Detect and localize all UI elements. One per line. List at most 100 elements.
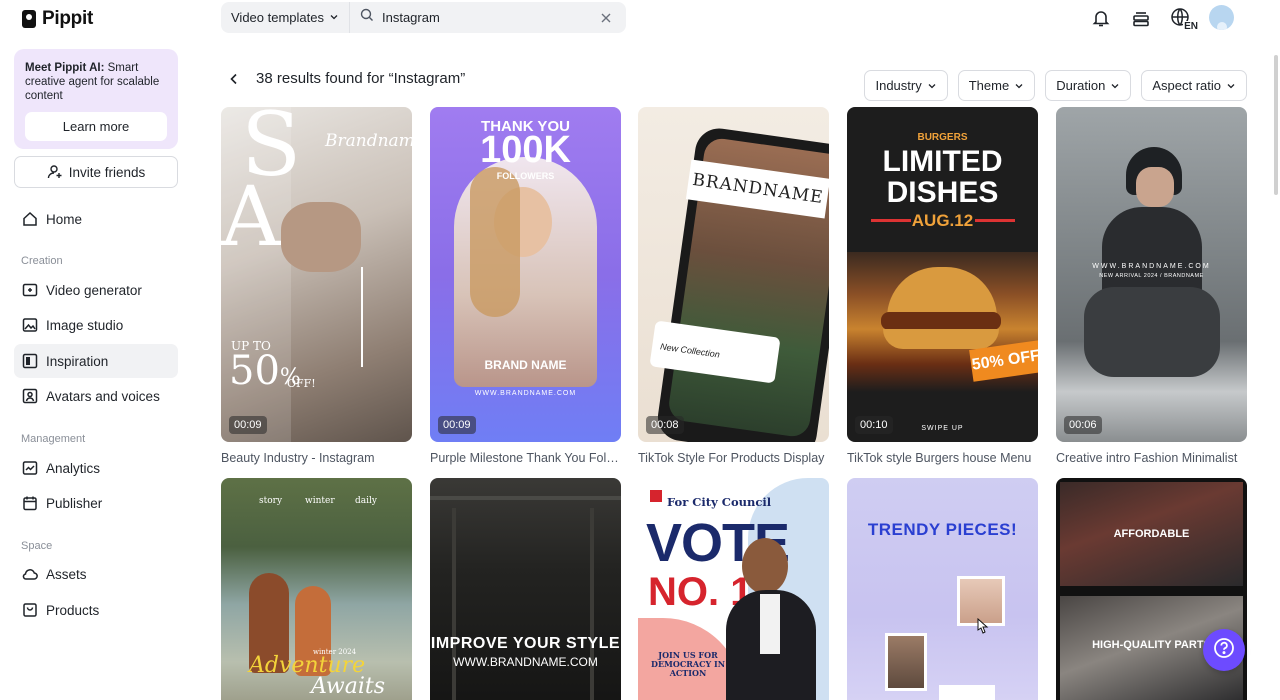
home-icon (22, 211, 38, 227)
template-title[interactable]: TikTok Style For Products Display (638, 451, 829, 465)
template-thumbnail[interactable]: IMPROVE YOUR STYLE WWW.BRANDNAME.COM (430, 478, 621, 700)
back-button[interactable] (226, 70, 242, 88)
avatar[interactable] (1209, 5, 1234, 30)
question-icon (1213, 637, 1235, 664)
filter-aspect-ratio[interactable]: Aspect ratio (1141, 70, 1247, 101)
page-scrollbar[interactable] (1274, 55, 1278, 195)
template-card[interactable]: For City Council VOTE NO. 1 JOIN US FOR … (638, 478, 829, 700)
template-card[interactable]: BURGERS LIMITED DISHES AUG.12 50% OFF SW… (847, 107, 1038, 465)
learn-more-button[interactable]: Learn more (25, 112, 167, 141)
sidebar-item-assets[interactable]: Assets (14, 557, 178, 591)
sidebar-item-video-generator[interactable]: Video generator (14, 273, 178, 307)
chevron-down-icon (1015, 83, 1023, 88)
sidebar-item-label: Products (46, 602, 100, 618)
sidebar-item-inspiration[interactable]: Inspiration (14, 344, 178, 378)
template-thumbnail[interactable]: THANK YOU 100K FOLLOWERS BRAND NAME WWW.… (430, 107, 621, 442)
invite-friends-label: Invite friends (68, 164, 146, 180)
template-card[interactable]: story winter daily winter 2024 Adventure… (221, 478, 412, 700)
header-actions: EN (1089, 5, 1234, 32)
sidebar-item-home[interactable]: Home (14, 202, 178, 236)
chevron-down-icon (1227, 83, 1235, 88)
sidebar-item-label: Assets (46, 566, 87, 582)
section-management: Management (21, 433, 86, 445)
pippit-logo-icon (22, 10, 36, 28)
avatar-voice-icon (22, 388, 38, 404)
filter-label: Aspect ratio (1152, 78, 1221, 93)
search-category-label: Video templates (231, 10, 324, 25)
brand-name: Brandname (325, 131, 412, 151)
stack-icon[interactable] (1129, 6, 1153, 30)
duration-badge: 00:09 (438, 416, 476, 434)
template-card[interactable]: S A Brandname UP TO 50% OFF! 00:09 Beaut… (221, 107, 412, 465)
help-button[interactable] (1203, 629, 1245, 671)
template-title[interactable]: Beauty Industry - Instagram (221, 451, 412, 465)
search-bar: Video templates (221, 2, 626, 33)
filter-bar: Industry Theme Duration Aspect ratio (864, 70, 1247, 101)
template-card[interactable]: IMPROVE YOUR STYLE WWW.BRANDNAME.COM (430, 478, 621, 700)
filter-label: Industry (875, 78, 922, 93)
analytics-icon (22, 460, 38, 476)
promo-title: Meet Pippit AI: (25, 62, 105, 74)
search-icon (360, 8, 374, 27)
chevron-down-icon (329, 10, 339, 25)
invite-friends-button[interactable]: Invite friends (14, 156, 178, 188)
template-thumbnail[interactable]: BURGERS LIMITED DISHES AUG.12 50% OFF SW… (847, 107, 1038, 442)
filter-industry[interactable]: Industry (864, 70, 948, 101)
bell-icon[interactable] (1089, 6, 1113, 30)
sidebar-item-publisher[interactable]: Publisher (14, 486, 178, 520)
sidebar-item-label: Inspiration (46, 353, 109, 369)
search-input[interactable] (382, 10, 582, 25)
sidebar-item-label: Avatars and voices (46, 388, 160, 404)
template-thumbnail[interactable]: WWW.BRANDNAME.COM NEW ARRIVAL 2024 / BRA… (1056, 107, 1247, 442)
template-card[interactable]: TRENDY PIECES! (847, 478, 1038, 700)
duration-badge: 00:06 (1064, 416, 1102, 434)
ai-promo-card: Meet Pippit AI: Smart creative agent for… (14, 49, 178, 149)
filter-label: Duration (1056, 78, 1106, 93)
template-card[interactable]: BRANDNAME New Collection 00:08 TikTok St… (638, 107, 829, 465)
template-card[interactable]: THANK YOU 100K FOLLOWERS BRAND NAME WWW.… (430, 107, 621, 465)
language-globe-icon[interactable]: EN (1169, 6, 1199, 32)
sidebar-item-label: Home (46, 211, 83, 227)
template-thumbnail[interactable]: S A Brandname UP TO 50% OFF! 00:09 (221, 107, 412, 442)
duration-badge: 00:10 (855, 416, 893, 434)
language-code: EN (1183, 20, 1199, 32)
chevron-down-icon (928, 83, 936, 88)
sidebar-item-label: Video generator (46, 282, 142, 298)
template-thumbnail[interactable]: story winter daily winter 2024 Adventure… (221, 478, 412, 700)
search-input-wrapper (350, 8, 626, 27)
section-creation: Creation (21, 255, 63, 267)
sidebar-item-products[interactable]: Products (14, 593, 178, 627)
duration-badge: 00:09 (229, 416, 267, 434)
sidebar-item-analytics[interactable]: Analytics (14, 451, 178, 485)
sidebar: Pippit Meet Pippit AI: Smart creative ag… (0, 0, 194, 700)
chevron-down-icon (1111, 83, 1119, 88)
filter-duration[interactable]: Duration (1045, 70, 1132, 101)
sidebar-item-label: Image studio (46, 317, 124, 333)
logo[interactable]: Pippit (22, 8, 93, 30)
template-card[interactable]: WWW.BRANDNAME.COM NEW ARRIVAL 2024 / BRA… (1056, 107, 1247, 465)
template-thumbnail[interactable]: TRENDY PIECES! (847, 478, 1038, 700)
results-title: 38 results found for “Instagram” (256, 70, 466, 87)
product-box-icon (22, 602, 38, 618)
calendar-icon (22, 495, 38, 511)
duration-badge: 00:08 (646, 416, 684, 434)
template-thumbnail[interactable]: For City Council VOTE NO. 1 JOIN US FOR … (638, 478, 829, 700)
cursor-icon (975, 617, 989, 641)
template-title[interactable]: Creative intro Fashion Minimalist (1056, 451, 1247, 465)
filter-label: Theme (968, 78, 1010, 93)
sidebar-item-image-studio[interactable]: Image studio (14, 308, 178, 342)
close-icon[interactable] (600, 12, 612, 24)
sidebar-item-label: Publisher (46, 495, 103, 511)
sidebar-item-label: Analytics (46, 460, 101, 476)
video-plus-icon (22, 282, 38, 298)
template-thumbnail[interactable]: BRANDNAME New Collection 00:08 (638, 107, 829, 442)
template-title[interactable]: TikTok style Burgers house Menu (847, 451, 1038, 465)
image-icon (22, 317, 38, 333)
filter-theme[interactable]: Theme (957, 70, 1036, 101)
search-category-dropdown[interactable]: Video templates (221, 2, 350, 33)
add-person-icon (47, 164, 63, 180)
template-title[interactable]: Purple Milestone Thank You Followers (430, 451, 621, 465)
logo-text: Pippit (42, 8, 93, 29)
inspiration-icon (22, 353, 38, 369)
sidebar-item-avatars-and-voices[interactable]: Avatars and voices (14, 379, 178, 413)
